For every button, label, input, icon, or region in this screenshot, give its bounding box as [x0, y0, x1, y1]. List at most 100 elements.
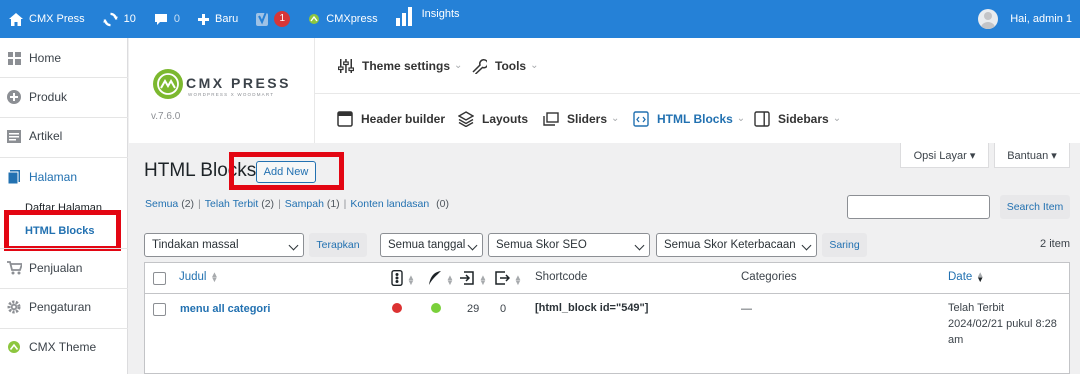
filter-published[interactable]: Telah Terbit	[205, 198, 259, 210]
menu-separator	[0, 77, 128, 78]
highlight-box	[229, 152, 344, 190]
shortcode-value: [html_block id="549"]	[535, 302, 649, 314]
cmx-logo-icon	[6, 339, 22, 355]
avatar	[978, 9, 999, 29]
row-checkbox[interactable]	[153, 303, 166, 316]
bulk-action-select[interactable]: Tindakan massal	[144, 233, 304, 257]
menu-label: Halaman	[29, 170, 78, 184]
site-name-link[interactable]: CMX Press	[0, 0, 94, 38]
date-suffix: am	[948, 334, 964, 346]
html-blocks-table: Judul ▲ ▼ ▲ ▼ ▲ ▼ ▲ ▼ ▲ ▼ Shortcode Cate…	[144, 262, 1070, 374]
filter-all[interactable]: Semua	[145, 198, 178, 210]
chevron-down-icon: ⌄	[611, 113, 620, 124]
chevron-down-icon: ⌄	[530, 60, 539, 71]
pages-icon	[6, 169, 22, 185]
column-label: Judul	[179, 271, 207, 283]
seo-score-select[interactable]: Semua Skor SEO	[488, 233, 650, 257]
column-date[interactable]: Date ▲ ▼	[948, 271, 984, 284]
filter-count: (1)	[326, 198, 340, 210]
cmxpress-link[interactable]: CMXpress	[299, 0, 386, 38]
apply-button[interactable]: Terapkan	[309, 233, 367, 257]
filter-trash[interactable]: Sampah	[285, 198, 324, 210]
date-filter-select[interactable]: Semua tanggal	[380, 233, 483, 257]
admin-menu: Home Produk Artikel Halaman Daftar Halam…	[0, 38, 128, 374]
screen-options-button[interactable]: Opsi Layar ▾	[900, 143, 989, 168]
date-value: 2024/02/21 pukul 8:28	[948, 318, 1057, 330]
chevron-down-icon	[634, 240, 645, 251]
menu-item-home[interactable]: Home	[0, 40, 128, 76]
nav-sliders[interactable]: Sliders ⌄	[543, 110, 619, 127]
updates-link[interactable]: 10	[94, 0, 145, 38]
comments-count: 0	[173, 13, 180, 25]
my-account[interactable]: Hai, admin 1	[978, 0, 1080, 38]
bar-chart-icon	[395, 6, 416, 26]
menu-item-produk[interactable]: Produk	[0, 79, 128, 115]
sort-icon: ▲ ▼	[446, 272, 454, 287]
nav-header-builder[interactable]: Header builder	[337, 110, 445, 127]
column-incoming-links[interactable]: ▲ ▼	[459, 270, 487, 289]
incoming-links-icon	[459, 270, 475, 289]
sort-icon: ▲ ▼	[479, 272, 487, 287]
theme-header: CMX PRESS WORDPRESS X WOODMART v.7.6.0 T…	[129, 38, 1080, 143]
cmxpress-label: CMXpress	[326, 13, 378, 25]
divider	[314, 38, 315, 143]
plus-icon	[198, 13, 209, 25]
readability-score-select[interactable]: Semua Skor Keterbacaan	[656, 233, 817, 257]
filter-count: (2)	[181, 198, 195, 210]
site-name: CMX Press	[29, 13, 85, 25]
insights-link[interactable]: Insights	[387, 0, 469, 38]
chevron-down-icon	[288, 240, 299, 251]
filter-cornerstone[interactable]: Konten landasan	[350, 198, 429, 210]
search-button[interactable]: Search Item	[1000, 195, 1070, 219]
categories-value: —	[741, 303, 752, 315]
cmx-logo-mark	[153, 69, 183, 99]
seo-score-bad-indicator	[392, 303, 402, 313]
outgoing-links-icon	[494, 270, 511, 289]
menu-item-artikel[interactable]: Artikel	[0, 118, 128, 154]
nav-label: HTML Blocks	[657, 111, 733, 126]
gear-icon	[6, 299, 22, 315]
column-seo-score[interactable]: ▲ ▼	[391, 269, 415, 289]
menu-label: Pengaturan	[29, 300, 92, 314]
nav-sidebars[interactable]: Sidebars ⌄	[754, 110, 841, 127]
gallery-icon	[543, 110, 560, 127]
brand-tagline: WORDPRESS X WOODMART	[188, 92, 275, 97]
nav-tools[interactable]: Tools ⌄	[471, 57, 539, 74]
column-title[interactable]: Judul ▲ ▼	[179, 271, 218, 284]
new-content-link[interactable]: Baru	[189, 0, 247, 38]
select-value: Tindakan massal	[152, 239, 239, 251]
select-all-checkbox[interactable]	[153, 272, 166, 285]
chevron-down-icon: ⌄	[454, 60, 463, 71]
column-outgoing-links[interactable]: ▲ ▼	[494, 270, 522, 289]
filter-button[interactable]: Saring	[822, 233, 867, 257]
yoast-seo-link[interactable]: 1	[247, 0, 299, 38]
nav-layouts[interactable]: Layouts	[458, 110, 528, 127]
nav-label: Sliders	[567, 111, 608, 126]
menu-label: CMX Theme	[29, 340, 97, 354]
menu-label: Produk	[29, 90, 68, 104]
insights-label: Insights	[421, 8, 460, 20]
nav-html-blocks[interactable]: HTML Blocks ⌄	[633, 110, 745, 127]
nav-theme-settings[interactable]: Theme settings ⌄	[338, 57, 462, 74]
new-label: Baru	[215, 13, 239, 25]
menu-item-cmx-theme[interactable]: CMX Theme	[0, 329, 128, 365]
chevron-down-icon	[801, 240, 812, 251]
search-input[interactable]	[847, 195, 990, 219]
yoast-notification-badge: 1	[274, 11, 291, 27]
menu-item-pengaturan[interactable]: Pengaturan	[0, 289, 128, 325]
menu-item-halaman[interactable]: Halaman	[0, 159, 128, 195]
comments-link[interactable]: 0	[145, 0, 189, 38]
traffic-light-icon	[391, 269, 403, 289]
status-filter-links: Semua (2) | Telah Terbit (2) | Sampah (1) | Ko…	[145, 198, 449, 210]
outgoing-links-count: 0	[500, 303, 507, 315]
table-header: Judul ▲ ▼ ▲ ▼ ▲ ▼ ▲ ▼ ▲ ▼ Shortcode Cate…	[145, 263, 1069, 294]
row-title-link[interactable]: menu all categori	[180, 303, 270, 315]
menu-item-penjualan[interactable]: Penjualan	[0, 250, 128, 286]
chevron-down-icon: ⌄	[736, 113, 746, 124]
column-readability[interactable]: ▲ ▼	[428, 270, 454, 289]
cmx-logo-icon	[308, 13, 320, 25]
menu-label: Penjualan	[29, 261, 83, 275]
sidebar-layout-icon	[754, 110, 771, 127]
readability-good-indicator	[431, 303, 441, 313]
help-button[interactable]: Bantuan ▾	[994, 143, 1070, 168]
